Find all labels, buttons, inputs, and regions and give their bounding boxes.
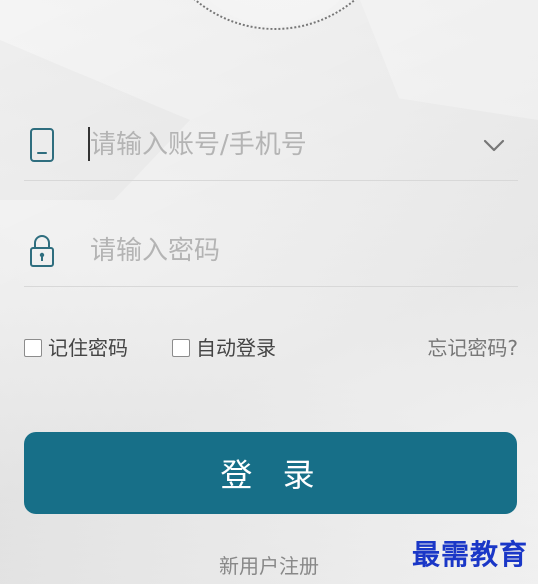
login-options: 记住密码 自动登录 忘记密码? <box>24 330 518 366</box>
account-input[interactable] <box>90 126 470 164</box>
lock-icon <box>27 232 57 270</box>
forgot-password-link[interactable]: 忘记密码? <box>427 330 518 366</box>
phone-icon <box>27 126 57 164</box>
auto-login-label: 自动登录 <box>196 336 276 360</box>
chevron-down-icon[interactable] <box>480 131 508 159</box>
checkbox[interactable] <box>24 339 42 357</box>
remember-password-checkbox[interactable]: 记住密码 <box>24 330 128 366</box>
login-button[interactable]: 登 录 <box>24 432 517 514</box>
remember-password-label: 记住密码 <box>48 336 128 360</box>
password-input[interactable] <box>90 232 470 270</box>
auto-login-checkbox[interactable]: 自动登录 <box>172 330 276 366</box>
account-field[interactable] <box>24 110 518 181</box>
register-link[interactable]: 新用户注册 <box>0 550 538 579</box>
password-field[interactable] <box>24 216 518 287</box>
checkbox[interactable] <box>172 339 190 357</box>
